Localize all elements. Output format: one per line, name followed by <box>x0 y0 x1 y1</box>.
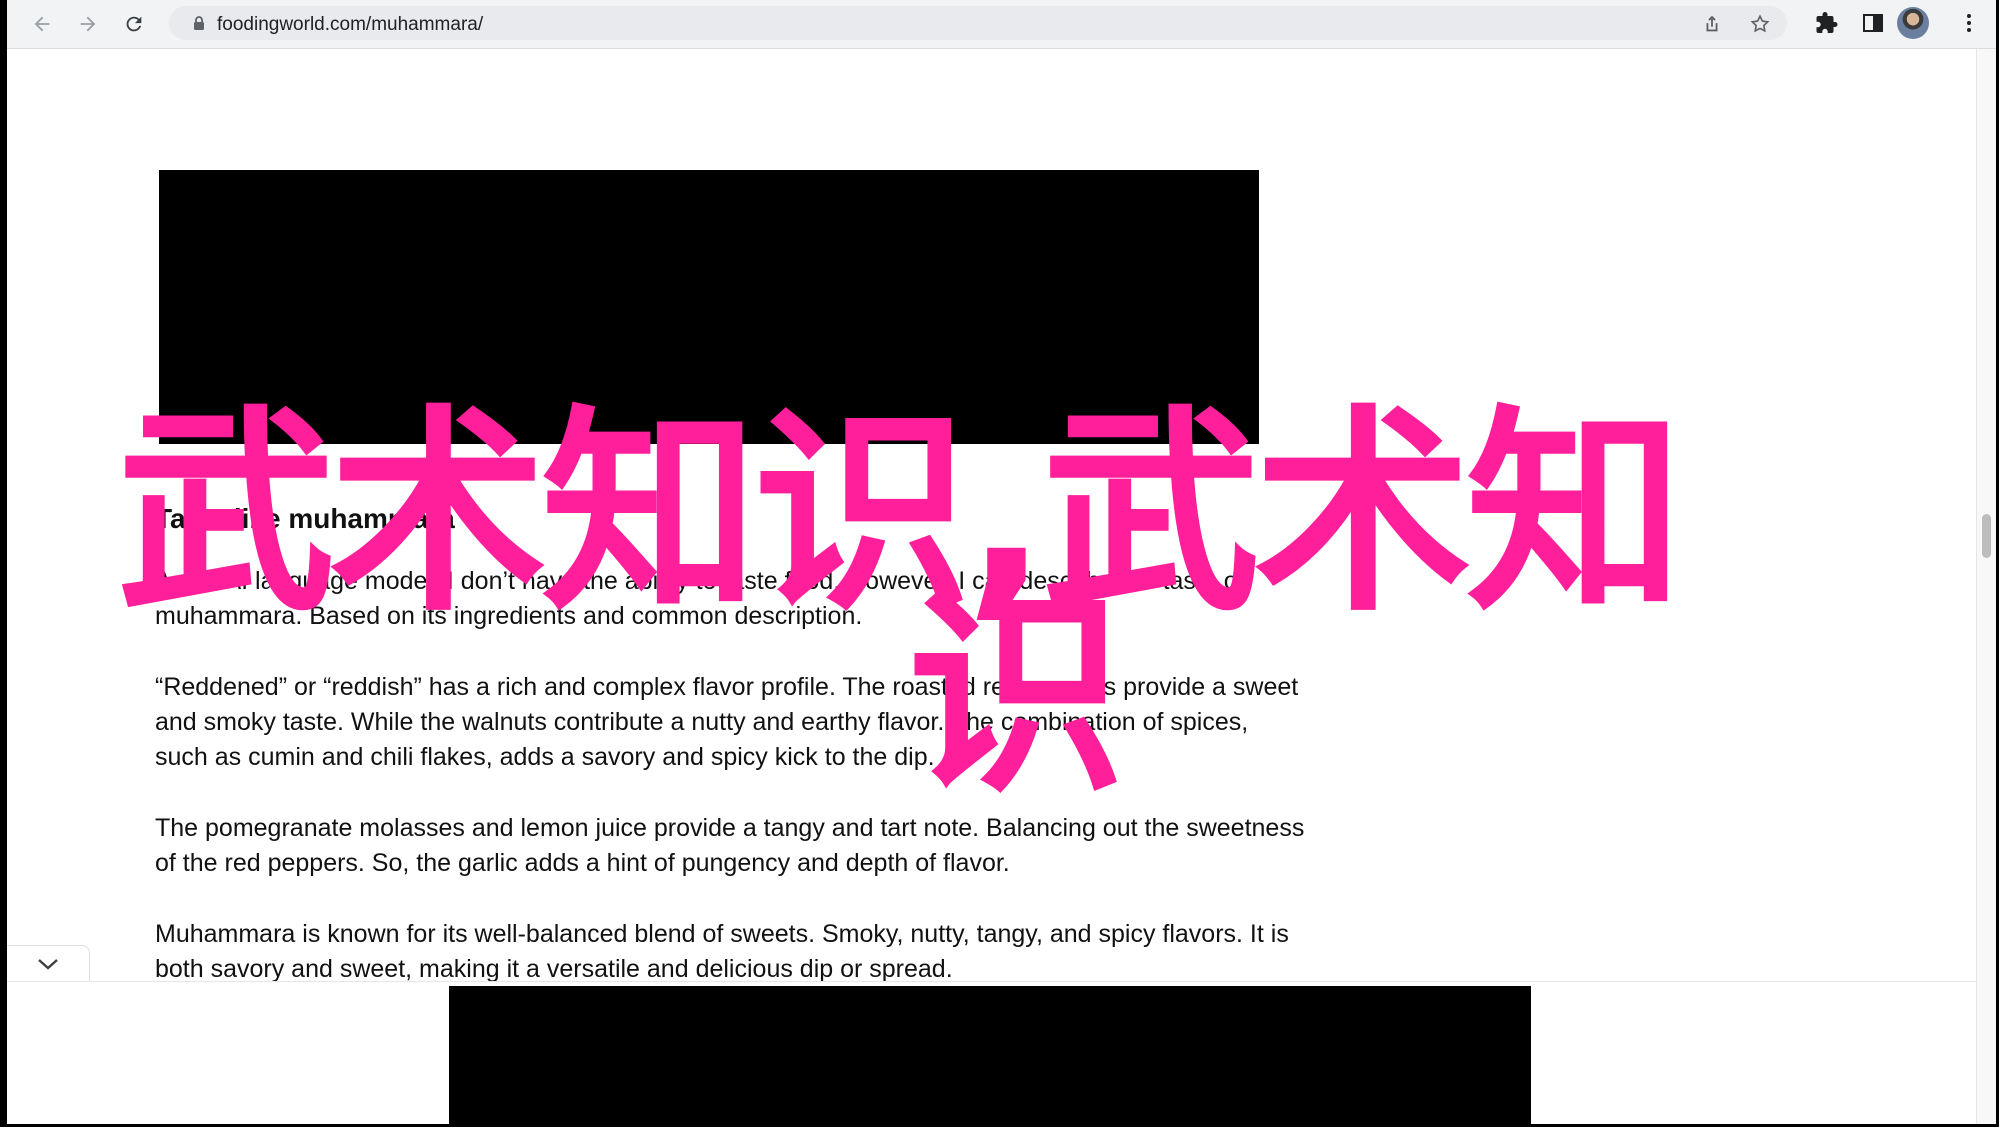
page-content: Taste like muhammara As an AI language m… <box>7 49 1977 1124</box>
url-text[interactable]: foodingworld.com/muhammara/ <box>217 14 483 36</box>
puzzle-icon[interactable] <box>1815 11 1839 35</box>
lock-icon <box>194 16 204 30</box>
address-bar[interactable]: foodingworld.com/muhammara/ <box>169 6 1787 40</box>
bottom-ad-bar <box>7 981 1977 1124</box>
forward-button[interactable] <box>73 10 103 38</box>
bottom-ad-placeholder[interactable] <box>449 986 1531 1124</box>
collapse-ad-button[interactable] <box>7 945 90 983</box>
paragraph-1: As an AI language model, I don’t have th… <box>155 567 1245 630</box>
back-button[interactable] <box>27 10 57 38</box>
hero-image-placeholder <box>159 170 1259 444</box>
url-domain: foodingworld.com <box>217 14 366 35</box>
browser-window: foodingworld.com/muhammara/ Taste like m… <box>7 0 1996 1124</box>
paragraph-4: Muhammara is known for its well-balanced… <box>155 920 1289 983</box>
kebab-menu-icon[interactable] <box>1957 11 1981 35</box>
share-icon[interactable] <box>1701 13 1723 35</box>
vertical-scrollbar[interactable] <box>1976 49 1996 1124</box>
chevron-down-icon <box>38 959 58 970</box>
scrollbar-thumb[interactable] <box>1982 514 1991 558</box>
arrow-left-icon <box>34 16 50 32</box>
article-body: Taste like muhammara As an AI language m… <box>155 501 1305 1023</box>
arrow-right-icon <box>80 16 96 32</box>
reload-button[interactable] <box>119 10 149 38</box>
profile-avatar[interactable] <box>1897 7 1929 39</box>
paragraph-3: The pomegranate molasses and lemon juice… <box>155 814 1305 877</box>
browser-toolbar: foodingworld.com/muhammara/ <box>7 0 1996 49</box>
side-panel-icon[interactable] <box>1861 11 1885 35</box>
article-heading: Taste like muhammara <box>155 503 455 534</box>
star-icon[interactable] <box>1749 13 1771 35</box>
paragraph-2: “Reddened” or “reddish” has a rich and c… <box>155 673 1299 771</box>
reload-icon <box>126 16 142 32</box>
url-path: /muhammara/ <box>365 14 484 35</box>
